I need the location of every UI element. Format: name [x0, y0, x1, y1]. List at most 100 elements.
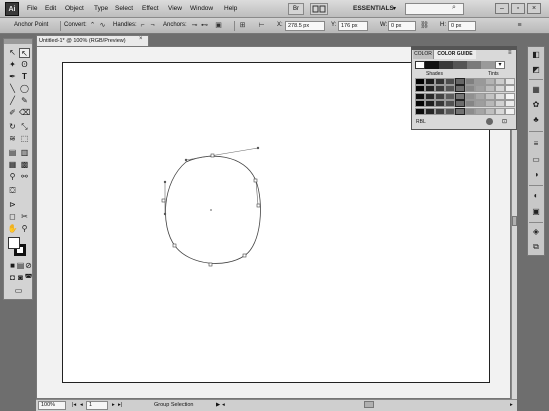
edit-colors-icon[interactable]: ⊡ — [502, 118, 507, 125]
scroll-left-icon[interactable]: ◂ — [222, 402, 225, 408]
paintbrush-tool-icon[interactable]: ╱ — [7, 96, 18, 106]
bridge-button[interactable]: Br — [288, 3, 304, 15]
blend-tool-icon[interactable]: ⚯ — [19, 172, 30, 182]
scroll-right-icon[interactable]: ▸ — [510, 402, 513, 408]
color-variation-swatch[interactable] — [445, 107, 455, 115]
menu-window[interactable]: Window — [190, 5, 213, 12]
color-variation-swatch[interactable] — [415, 107, 425, 115]
tab-color-guide[interactable]: COLOR GUIDE — [434, 50, 476, 59]
menu-type[interactable]: Type — [94, 5, 108, 12]
tab-color[interactable]: COLOR — [413, 50, 434, 59]
color-variation-swatch[interactable] — [425, 92, 435, 100]
color-variation-swatch[interactable] — [465, 85, 475, 93]
last-artboard-icon[interactable]: ▸| — [118, 402, 122, 408]
harmony-strip[interactable]: ▾ — [415, 61, 513, 69]
color-variation-swatch[interactable] — [495, 85, 505, 93]
color-variation-swatch[interactable] — [435, 92, 445, 100]
show-handles-icon[interactable]: ⌐ — [138, 21, 147, 30]
color-variation-swatch[interactable] — [485, 107, 495, 115]
harmony-swatch[interactable] — [425, 61, 439, 69]
color-variation-swatch[interactable] — [505, 92, 515, 100]
search-icon[interactable]: ⌕ — [452, 4, 456, 12]
screen-mode-icon[interactable]: ▭ — [13, 286, 24, 296]
fill-color-swatch[interactable] — [8, 237, 20, 249]
eyedropper-tool-icon[interactable]: ⚲ — [7, 172, 18, 182]
color-variation-swatch[interactable] — [435, 100, 445, 108]
direct-selection-tool-icon[interactable]: ↖ — [19, 48, 30, 58]
convert-corner-icon[interactable]: ⌃ — [88, 21, 97, 30]
status-menu-icon[interactable]: ▶ — [216, 402, 220, 408]
menu-select[interactable]: Select — [115, 5, 133, 12]
ellipse-tool-icon[interactable]: ◯ — [19, 84, 30, 94]
color-variation-swatch[interactable] — [495, 92, 505, 100]
arrange-documents-button[interactable] — [310, 3, 328, 15]
x-position-field[interactable]: 278.5 px — [285, 21, 325, 31]
document-tab[interactable]: Untitled-1* @ 100% (RGB/Preview) — [36, 35, 149, 46]
color-variation-swatch[interactable] — [505, 78, 515, 85]
color-variation-swatch[interactable] — [475, 100, 485, 108]
constrain-link-icon[interactable]: ⛓ — [420, 21, 429, 30]
rotate-tool-icon[interactable]: ↻ — [7, 122, 18, 132]
eraser-tool-icon[interactable]: ⌫ — [19, 108, 30, 118]
brushes-panel-icon[interactable]: ✿ — [530, 100, 542, 110]
menu-file[interactable]: File — [27, 5, 37, 12]
maximize-button[interactable]: ▫ — [511, 3, 525, 14]
warp-tool-icon[interactable]: ≋ — [7, 134, 18, 144]
color-variation-swatch[interactable] — [415, 92, 425, 100]
color-variation-swatch[interactable] — [475, 92, 485, 100]
color-variation-swatch[interactable] — [445, 92, 455, 100]
y-position-field[interactable]: 176 px — [338, 21, 368, 31]
color-variation-swatch[interactable] — [495, 78, 505, 85]
status-tool-label[interactable]: Group Selection — [154, 402, 193, 408]
hide-handles-icon[interactable]: ¬ — [148, 21, 157, 30]
menu-help[interactable]: Help — [224, 5, 237, 12]
color-variation-swatch[interactable] — [485, 92, 495, 100]
color-variation-swatch[interactable] — [425, 100, 435, 108]
color-variation-swatch[interactable] — [455, 100, 465, 108]
menu-effect[interactable]: Effect — [142, 5, 159, 12]
isolate-icon[interactable]: ▣ — [214, 21, 223, 30]
color-variation-swatch[interactable] — [505, 100, 515, 108]
minimize-button[interactable]: – — [495, 3, 509, 14]
color-variation-swatch[interactable] — [435, 85, 445, 93]
vertical-scroll-thumb[interactable] — [512, 216, 517, 226]
harmony-swatch[interactable] — [481, 61, 495, 69]
graphic-styles-panel-icon[interactable]: ▣ — [530, 207, 542, 217]
color-variation-swatch[interactable] — [465, 100, 475, 108]
symbols-panel-icon[interactable]: ♣ — [530, 115, 542, 125]
convert-smooth-icon[interactable]: ∿ — [98, 21, 107, 30]
color-variation-swatch[interactable] — [465, 92, 475, 100]
remove-anchor-icon[interactable]: ⊸ — [190, 21, 199, 30]
line-tool-icon[interactable]: ╲ — [7, 84, 18, 94]
appearance-panel-icon[interactable]: ◐ — [530, 191, 542, 201]
color-variation-swatch[interactable] — [465, 78, 475, 85]
transparency-panel-icon[interactable]: ◑ — [530, 170, 542, 180]
color-variation-swatch[interactable] — [445, 85, 455, 93]
artboards-panel-icon[interactable]: ⧉ — [530, 242, 542, 252]
pencil-tool-icon[interactable]: ✎ — [19, 96, 30, 106]
color-variation-swatch[interactable] — [455, 107, 465, 115]
pen-tool-icon[interactable]: ✒ — [7, 72, 18, 82]
color-variation-swatch[interactable] — [455, 78, 465, 85]
color-variation-swatch[interactable] — [415, 85, 425, 93]
color-variation-swatch[interactable] — [415, 78, 425, 85]
width-field[interactable]: 0 px — [388, 21, 416, 31]
color-variation-swatch[interactable] — [495, 107, 505, 115]
free-transform-tool-icon[interactable]: ⬚ — [19, 134, 30, 144]
previous-artboard-icon[interactable]: ◂ — [80, 402, 83, 408]
color-variation-swatch[interactable] — [485, 100, 495, 108]
chevron-down-icon[interactable]: ▾ — [393, 5, 396, 12]
color-variation-swatch[interactable] — [485, 78, 495, 85]
color-variation-swatch[interactable] — [445, 78, 455, 85]
harmony-swatch[interactable] — [453, 61, 467, 69]
color-variation-swatch[interactable] — [425, 78, 435, 85]
color-variation-swatch[interactable] — [425, 107, 435, 115]
color-variation-swatch[interactable] — [465, 107, 475, 115]
zoom-field[interactable]: 100% — [38, 401, 66, 410]
height-field[interactable]: 0 px — [448, 21, 476, 31]
gradient-panel-icon[interactable]: ▭ — [530, 155, 542, 165]
color-variation-swatch[interactable] — [495, 100, 505, 108]
color-variation-swatch[interactable] — [505, 107, 515, 115]
toolbox-grip[interactable] — [4, 39, 32, 44]
live-paint-bucket-tool-icon[interactable]: ⛋ — [7, 186, 18, 196]
